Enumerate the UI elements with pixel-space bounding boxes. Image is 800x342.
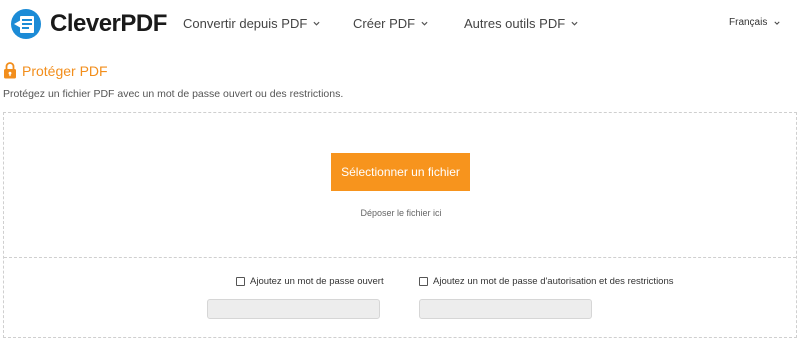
chevron-down-icon [313, 21, 320, 26]
chevron-down-icon [774, 21, 780, 25]
language-label: Français [729, 17, 768, 28]
chevron-down-icon [571, 21, 578, 26]
logo[interactable]: CleverPDF [11, 8, 167, 40]
permission-password-input[interactable] [419, 299, 592, 319]
select-file-button[interactable]: Sélectionner un fichier [331, 153, 470, 191]
file-drop-zone[interactable]: Sélectionner un fichier Déposer le fichi… [3, 112, 797, 338]
open-password-label: Ajoutez un mot de passe ouvert [250, 276, 384, 287]
nav-convert-from-pdf[interactable]: Convertir depuis PDF [183, 16, 320, 31]
open-password-option[interactable]: Ajoutez un mot de passe ouvert [236, 276, 384, 287]
nav-other-pdf-tools[interactable]: Autres outils PDF [464, 16, 578, 31]
lock-icon [4, 62, 16, 79]
permission-password-label: Ajoutez un mot de passe d'autorisation e… [433, 276, 674, 287]
cleverpdf-logo-icon [11, 9, 41, 39]
page-subtitle: Protégez un fichier PDF avec un mot de p… [3, 88, 344, 100]
nav-create-pdf[interactable]: Créer PDF [353, 16, 428, 31]
page-title: Protéger PDF [3, 62, 108, 79]
drop-hint: Déposer le fichier ici [360, 208, 442, 218]
page-title-text: Protéger PDF [22, 62, 108, 79]
chevron-down-icon [421, 21, 428, 26]
open-password-checkbox[interactable] [236, 277, 245, 286]
top-header: CleverPDF Convertir depuis PDF Créer PDF… [0, 0, 800, 48]
nav-label: Autres outils PDF [464, 16, 566, 31]
open-password-input[interactable] [207, 299, 380, 319]
nav-label: Créer PDF [353, 16, 416, 31]
divider [4, 257, 796, 258]
language-selector[interactable]: Français [729, 17, 780, 28]
nav-label: Convertir depuis PDF [183, 16, 308, 31]
logo-text: CleverPDF [50, 10, 167, 37]
permission-password-checkbox[interactable] [419, 277, 428, 286]
permission-password-option[interactable]: Ajoutez un mot de passe d'autorisation e… [419, 276, 674, 287]
